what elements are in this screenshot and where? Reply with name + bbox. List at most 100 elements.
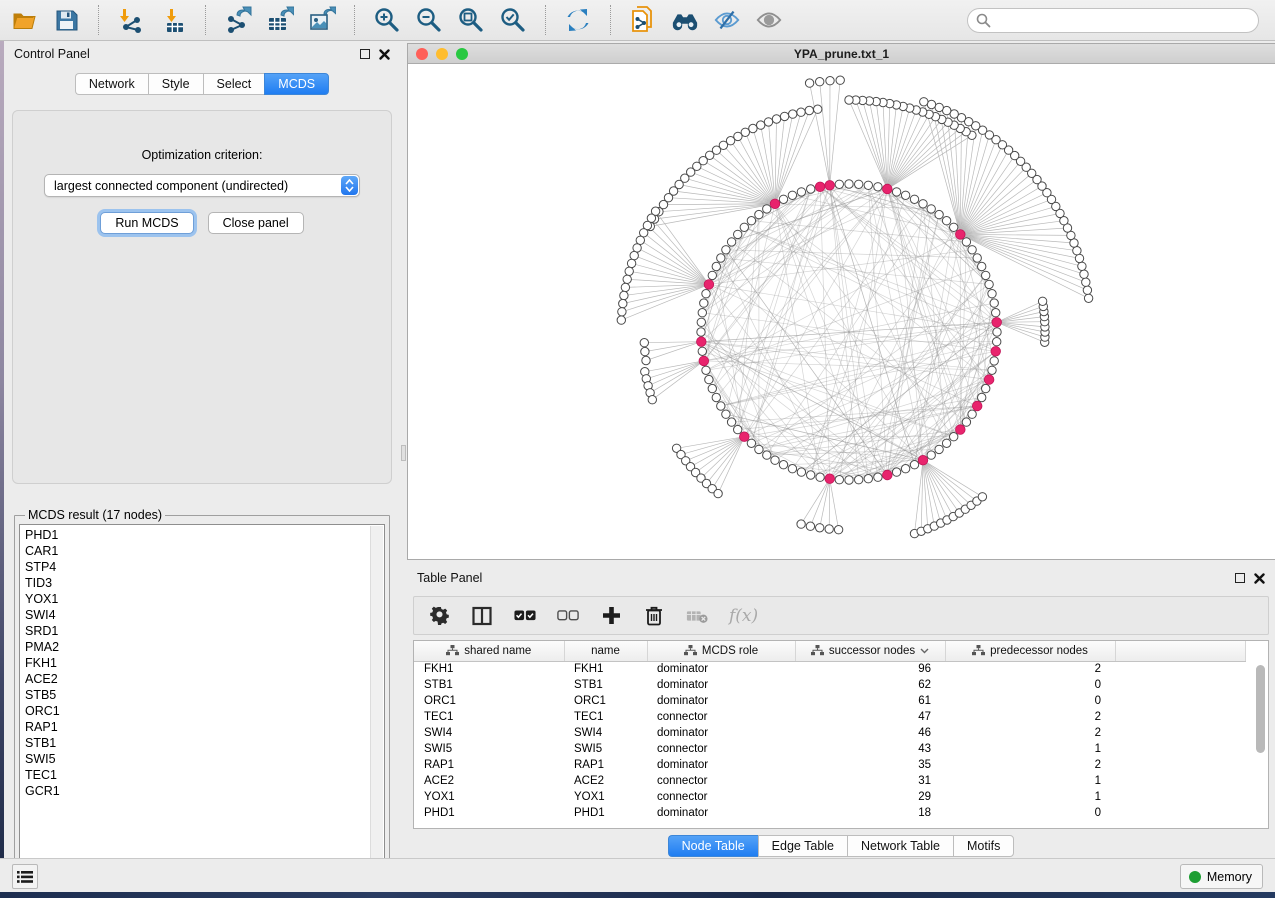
table-scrollbar[interactable] [1256, 663, 1265, 826]
float-table-panel-icon[interactable] [1235, 573, 1245, 583]
create-column-plus-icon[interactable] [600, 605, 622, 627]
float-panel-icon[interactable] [360, 49, 370, 59]
tab-edge-table[interactable]: Edge Table [758, 835, 847, 857]
hide-selected-icon[interactable] [713, 6, 741, 34]
mcds-result-list[interactable]: PHD1CAR1STP4TID3YOX1SWI4SRD1PMA2FKH1ACE2… [19, 524, 385, 867]
zoom-out-icon[interactable] [415, 6, 443, 34]
tab-node-table[interactable]: Node Table [668, 835, 758, 857]
table-row[interactable]: PHD1PHD1dominator180 [414, 805, 1246, 821]
new-network-from-selection-icon[interactable] [629, 6, 657, 34]
result-node-item[interactable]: ACE2 [25, 671, 384, 687]
network-canvas-svg [408, 64, 1274, 559]
toolbar-separator [205, 5, 206, 35]
close-table-panel-icon[interactable] [1254, 573, 1265, 584]
column-header-MCDS-role[interactable]: MCDS role [647, 641, 795, 661]
close-panel-icon[interactable] [379, 49, 390, 60]
first-neighbors-icon[interactable] [671, 6, 699, 34]
export-network-icon[interactable] [224, 6, 252, 34]
result-node-item[interactable]: RAP1 [25, 719, 384, 735]
table-row[interactable]: STB1STB1dominator620 [414, 677, 1246, 693]
zoom-selected-icon[interactable] [499, 6, 527, 34]
show-task-history-button[interactable] [12, 864, 38, 889]
table-settings-gear-icon[interactable] [428, 605, 450, 627]
tab-network[interactable]: Network [75, 73, 148, 95]
result-node-item[interactable]: TID3 [25, 575, 384, 591]
result-node-item[interactable]: STB5 [25, 687, 384, 703]
import-table-icon[interactable] [159, 6, 187, 34]
status-bar: Memory [0, 858, 1275, 892]
table-row[interactable]: SWI4SWI4dominator462 [414, 725, 1246, 741]
table-scrollbar-thumb[interactable] [1256, 665, 1265, 753]
search-input[interactable] [967, 8, 1259, 33]
search-icon [976, 13, 991, 33]
show-all-icon[interactable] [755, 6, 783, 34]
zoom-fit-icon[interactable] [457, 6, 485, 34]
column-header-name[interactable]: name [564, 641, 647, 661]
result-node-item[interactable]: FKH1 [25, 655, 384, 671]
maximize-window-icon[interactable] [456, 48, 468, 60]
save-session-icon[interactable] [52, 6, 80, 34]
import-network-icon[interactable] [117, 6, 145, 34]
table-row[interactable]: SWI5SWI5connector431 [414, 741, 1246, 757]
zoom-in-icon[interactable] [373, 6, 401, 34]
table-row[interactable]: TEC1TEC1connector472 [414, 709, 1246, 725]
column-header-predecessor-nodes[interactable]: predecessor nodes [945, 641, 1115, 661]
tab-motifs[interactable]: Motifs [953, 835, 1014, 857]
delete-column-trash-icon[interactable] [643, 605, 665, 627]
result-node-item[interactable]: SWI4 [25, 607, 384, 623]
memory-status-icon [1189, 871, 1201, 883]
splitter-grab-handle[interactable] [401, 445, 406, 461]
result-node-item[interactable]: GCR1 [25, 783, 384, 799]
network-titlebar[interactable]: YPA_prune.txt_1 [408, 44, 1275, 64]
main-toolbar [0, 0, 1275, 41]
result-node-item[interactable]: YOX1 [25, 591, 384, 607]
toolbar-separator [545, 5, 546, 35]
mcds-result-title: MCDS result (17 nodes) [25, 508, 165, 522]
column-header-successor-nodes[interactable]: successor nodes [795, 641, 945, 661]
minimize-window-icon[interactable] [436, 48, 448, 60]
run-mcds-button[interactable]: Run MCDS [100, 212, 193, 234]
table-row[interactable]: YOX1YOX1connector291 [414, 789, 1246, 805]
memory-button[interactable]: Memory [1180, 864, 1263, 889]
result-node-item[interactable]: PHD1 [25, 527, 384, 543]
result-node-item[interactable]: SRD1 [25, 623, 384, 639]
tab-mcds[interactable]: MCDS [264, 73, 329, 95]
refresh-icon[interactable] [564, 6, 592, 34]
tab-style[interactable]: Style [148, 73, 203, 95]
deselect-all-columns-icon[interactable] [557, 605, 579, 627]
result-node-item[interactable]: CAR1 [25, 543, 384, 559]
delete-table-icon [686, 605, 708, 627]
column-header-shared-name[interactable]: shared name [414, 641, 564, 661]
select-all-columns-icon[interactable] [514, 605, 536, 627]
export-image-icon[interactable] [308, 6, 336, 34]
result-node-item[interactable]: TEC1 [25, 767, 384, 783]
result-node-item[interactable]: SWI5 [25, 751, 384, 767]
table-row[interactable]: RAP1RAP1dominator352 [414, 757, 1246, 773]
open-file-icon[interactable] [10, 6, 38, 34]
network-title: YPA_prune.txt_1 [408, 47, 1275, 61]
toolbar-separator [354, 5, 355, 35]
node-table[interactable]: shared namenameMCDS rolesuccessor nodesp… [414, 641, 1246, 821]
export-table-icon[interactable] [266, 6, 294, 34]
optimization-criterion-select[interactable]: largest connected component (undirected) [44, 174, 360, 197]
tab-network-table[interactable]: Network Table [847, 835, 953, 857]
result-node-item[interactable]: PMA2 [25, 639, 384, 655]
show-column-panel-icon[interactable] [471, 605, 493, 627]
table-panel-tabs: Node TableEdge TableNetwork TableMotifs [407, 835, 1275, 857]
tab-select[interactable]: Select [203, 73, 265, 95]
table-row[interactable]: ORC1ORC1dominator610 [414, 693, 1246, 709]
vertical-splitter[interactable] [400, 41, 407, 858]
mcds-result-items: PHD1CAR1STP4TID3YOX1SWI4SRD1PMA2FKH1ACE2… [20, 525, 384, 799]
close-window-icon[interactable] [416, 48, 428, 60]
node-table-body: FKH1FKH1dominator962STB1STB1dominator620… [414, 661, 1246, 821]
table-row[interactable]: FKH1FKH1dominator962 [414, 661, 1246, 677]
network-canvas[interactable] [408, 64, 1275, 559]
table-row[interactable]: ACE2ACE2connector311 [414, 773, 1246, 789]
desktop-wallpaper-bottom [0, 892, 1275, 898]
result-list-scrollbar[interactable] [370, 526, 383, 865]
result-node-item[interactable]: ORC1 [25, 703, 384, 719]
close-panel-button[interactable]: Close panel [208, 212, 304, 234]
result-node-item[interactable]: STP4 [25, 559, 384, 575]
search-container [967, 8, 1259, 33]
result-node-item[interactable]: STB1 [25, 735, 384, 751]
